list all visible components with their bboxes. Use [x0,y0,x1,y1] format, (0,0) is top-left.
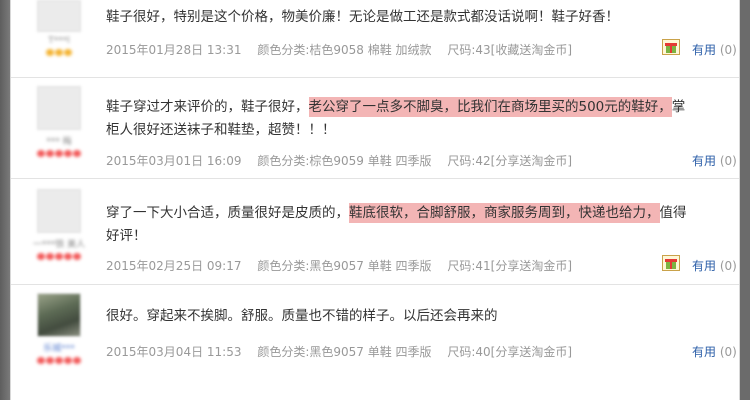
useful-label[interactable]: 有用 [692,43,716,57]
avatar [37,189,81,233]
useful-button[interactable]: 有用 (0) [692,152,737,169]
review-text: 鞋子很好，特别是这个价格，物美价廉！无论是做工还是款式都没话说啊！鞋子好香！ [106,6,696,29]
useful-count: (0) [719,43,737,57]
page-edge [0,0,10,400]
review-size: 尺码:40[分享送淘金币] [447,345,573,359]
reviewer-info: 乐城*** [29,293,89,364]
reviewer-info: 一***铁 美人 [29,189,89,260]
review-date: 2015年03月04日 11:53 [106,345,242,359]
review-date: 2015年03月01日 16:09 [106,154,242,168]
review-text-highlight: 老公穿了一点多不脚臭，比我们在商场里买的500元的鞋好， [308,97,672,117]
review-item: 一***铁 美人 穿了一下大小合适，质量很好是皮质的，鞋底很软，合脚舒服，商家服… [11,179,739,285]
avatar [37,0,81,32]
reviewer-nickname: T***l [48,36,70,46]
review-meta: 2015年03月04日 11:53 颜色分类:黑色9057 单鞋 四季版 尺码:… [106,343,572,360]
review-text-part: 鞋子很好，特别是这个价格，物美价廉！无论是做工还是款式都没话说啊！鞋子好香！ [106,9,619,25]
useful-button[interactable]: 有用 (0) [692,257,737,274]
review-date: 2015年02月25日 09:17 [106,259,242,273]
review-size: 尺码:43[收藏送淘金币] [447,43,573,57]
review-meta: 2015年02月25日 09:17 颜色分类:黑色9057 单鞋 四季版 尺码:… [106,257,572,274]
review-text: 穿了一下大小合适，质量很好是皮质的，鞋底很软，合脚舒服，商家服务周到，快递也给力… [106,202,696,248]
reviewer-info: T***l [29,0,89,56]
review-size: 尺码:42[分享送淘金币] [447,154,573,168]
gift-icon[interactable] [662,39,680,55]
review-meta: 2015年03月01日 16:09 颜色分类:棕色9059 单鞋 四季版 尺码:… [106,152,572,169]
reviewer-info: *** 梅 [29,86,89,157]
avatar [37,293,81,337]
useful-count: (0) [719,259,737,273]
reviewer-rank-icon [29,49,89,56]
review-color: 颜色分类:棕色9059 单鞋 四季版 [257,154,432,168]
review-text: 很好。穿起来不挨脚。舒服。质量也不错的样子。以后还会再来的 [106,305,696,328]
review-item: *** 梅 鞋子穿过才来评价的，鞋子很好，老公穿了一点多不脚臭，比我们在商场里买… [11,78,739,179]
review-text-part: 鞋子穿过才来评价的，鞋子很好， [106,99,309,115]
review-date: 2015年01月28日 13:31 [106,43,242,57]
useful-label[interactable]: 有用 [692,345,716,359]
reviewer-nickname: 乐城*** [43,344,75,354]
reviewer-rank-icon [29,253,89,260]
review-text-highlight: 鞋底很软，合脚舒服，商家服务周到，快递也给力， [349,203,660,223]
review-meta: 2015年01月28日 13:31 颜色分类:桔色9058 棉鞋 加绒款 尺码:… [106,41,572,58]
useful-button[interactable]: 有用 (0) [692,343,737,360]
avatar [37,86,81,130]
gift-icon[interactable] [662,255,680,271]
reviewer-rank-icon [29,357,89,364]
reviewer-rank-icon [29,150,89,157]
review-list: T***l 鞋子很好，特别是这个价格，物美价廉！无论是做工还是款式都没话说啊！鞋… [10,0,740,400]
reviewer-nickname: *** 梅 [46,137,72,147]
review-text-part: 很好。穿起来不挨脚。舒服。质量也不错的样子。以后还会再来的 [106,308,498,324]
review-item: T***l 鞋子很好，特别是这个价格，物美价廉！无论是做工还是款式都没话说啊！鞋… [11,0,739,78]
review-color: 颜色分类:黑色9057 单鞋 四季版 [257,259,432,273]
useful-count: (0) [719,154,737,168]
review-size: 尺码:41[分享送淘金币] [447,259,573,273]
review-item: 乐城*** 很好。穿起来不挨脚。舒服。质量也不错的样子。以后还会再来的 2015… [11,285,739,400]
reviewer-nickname: 一***铁 美人 [32,240,86,250]
useful-label[interactable]: 有用 [692,154,716,168]
useful-button[interactable]: 有用 (0) [692,41,737,58]
review-text-part: 穿了一下大小合适，质量很好是皮质的， [106,205,349,221]
useful-count: (0) [719,345,737,359]
review-color: 颜色分类:桔色9058 棉鞋 加绒款 [257,43,432,57]
review-text: 鞋子穿过才来评价的，鞋子很好，老公穿了一点多不脚臭，比我们在商场里买的500元的… [106,96,696,142]
useful-label[interactable]: 有用 [692,259,716,273]
review-color: 颜色分类:黑色9057 单鞋 四季版 [257,345,432,359]
